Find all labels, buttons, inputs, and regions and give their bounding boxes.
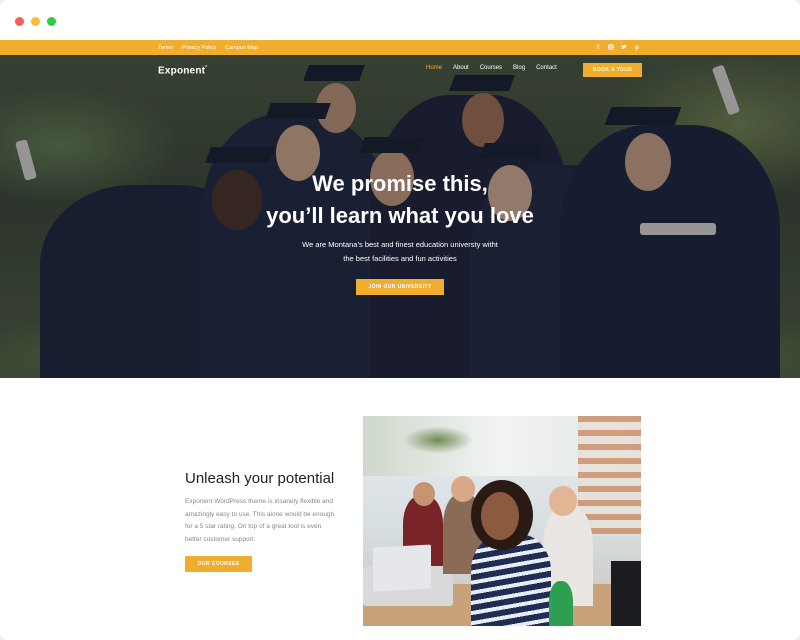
- potential-section: Unleash your potential Exponent WordPres…: [0, 378, 800, 640]
- hero-subtitle-line-1: We are Montana’s best and finest educati…: [302, 240, 498, 249]
- our-courses-button[interactable]: OUR COURSES: [185, 556, 252, 572]
- students-photo: [363, 416, 641, 626]
- hero-section: Exponent° Home About Courses Blog Contac…: [0, 55, 800, 378]
- site-logo[interactable]: Exponent°: [158, 65, 207, 76]
- terms-link[interactable]: Terms: [158, 45, 173, 51]
- nav-item-courses[interactable]: Courses: [480, 65, 502, 71]
- section-title: Unleash your potential: [185, 470, 335, 487]
- minimize-window-button[interactable]: [31, 17, 40, 26]
- close-window-button[interactable]: [15, 17, 24, 26]
- join-our-university-button[interactable]: JOIN OUR UNIVERSITY: [356, 279, 444, 295]
- privacy-policy-link[interactable]: Privacy Policy: [182, 45, 216, 51]
- campus-map-link[interactable]: Campus Map: [225, 45, 258, 51]
- nav-item-about[interactable]: About: [453, 65, 469, 71]
- browser-window: Terms Privacy Policy Campus Map f p Expo…: [0, 0, 800, 640]
- nav-item-blog[interactable]: Blog: [513, 65, 525, 71]
- hero-title-line-2: you’ll learn what you love: [266, 203, 534, 228]
- top-bar: Terms Privacy Policy Campus Map f p: [0, 40, 800, 55]
- top-links: Terms Privacy Policy Campus Map: [158, 40, 258, 55]
- hero-title-line-1: We promise this,: [312, 171, 488, 196]
- nav-item-contact[interactable]: Contact: [536, 65, 557, 71]
- pinterest-icon[interactable]: p: [634, 45, 640, 51]
- instagram-icon[interactable]: [608, 43, 614, 52]
- social-links: f p: [595, 40, 640, 55]
- section-body: Exponent WordPress theme is insanely fle…: [185, 498, 335, 543]
- facebook-icon[interactable]: f: [595, 45, 601, 51]
- nav-menu: Home About Courses Blog Contact: [426, 65, 557, 71]
- hero-subtitle-line-2: the best facilities and fun activities: [343, 254, 457, 263]
- book-a-tour-button[interactable]: BOOK A TOUR: [583, 63, 642, 77]
- main-nav: Exponent° Home About Courses Blog Contac…: [0, 55, 800, 85]
- twitter-icon[interactable]: [621, 44, 627, 52]
- maximize-window-button[interactable]: [47, 17, 56, 26]
- window-chrome: [0, 0, 800, 40]
- nav-item-home[interactable]: Home: [426, 65, 442, 71]
